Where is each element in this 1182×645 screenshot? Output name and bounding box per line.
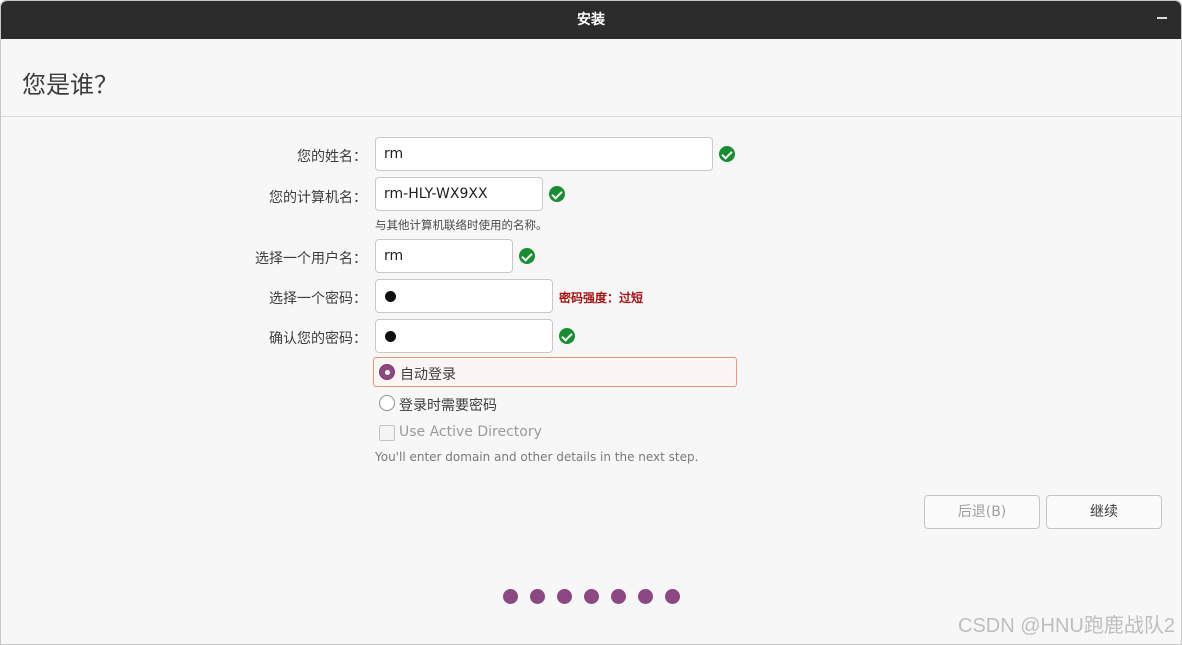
password-dot: [385, 291, 396, 302]
active-directory-hint: You'll enter domain and other details in…: [375, 450, 699, 464]
window-title: 安装: [577, 12, 605, 28]
progress-dot: [557, 589, 572, 604]
confirm-password-input[interactable]: [375, 319, 553, 353]
computer-name-valid-check-icon: [549, 186, 565, 202]
confirm-password-valid-check-icon: [559, 328, 575, 344]
auto-login-radio[interactable]: [379, 364, 395, 380]
continue-button[interactable]: 继续: [1046, 495, 1162, 529]
auto-login-label: 自动登录: [400, 367, 456, 383]
progress-dot: [665, 589, 680, 604]
name-label: 您的姓名：: [297, 149, 367, 165]
progress-dot: [638, 589, 653, 604]
require-password-label[interactable]: 登录时需要密码: [399, 395, 497, 415]
confirm-password-label: 确认您的密码：: [269, 331, 367, 347]
password-input[interactable]: [375, 279, 553, 313]
active-directory-label: Use Active Directory: [399, 424, 542, 440]
password-dot: [385, 331, 396, 342]
name-input[interactable]: rm: [375, 137, 713, 171]
progress-dot: [530, 589, 545, 604]
password-strength: 密码强度：过短: [559, 291, 644, 305]
page-title: 您是谁？: [22, 71, 118, 99]
computer-name-label: 您的计算机名：: [269, 190, 367, 206]
title-bar: 安装: [1, 1, 1181, 39]
require-password-radio[interactable]: [379, 395, 395, 411]
page-header: 您是谁？: [1, 39, 1181, 117]
minimize-icon[interactable]: [1157, 17, 1167, 19]
watermark: CSDN @HNU跑鹿战队2: [958, 615, 1175, 637]
password-label: 选择一个密码：: [269, 291, 367, 307]
computer-name-hint: 与其他计算机联络时使用的名称。: [375, 218, 548, 232]
auto-login-option[interactable]: 自动登录: [373, 357, 737, 387]
name-valid-check-icon: [719, 146, 735, 162]
computer-name-input[interactable]: rm-HLY-WX9XX: [375, 177, 543, 211]
installer-window: 安装 您是谁？ 您的姓名： rm 您的计算机名： rm-HLY-WX9XX 与其…: [0, 0, 1182, 645]
progress-dot: [584, 589, 599, 604]
active-directory-checkbox[interactable]: [379, 425, 395, 441]
progress-dot: [611, 589, 626, 604]
username-valid-check-icon: [519, 248, 535, 264]
progress-dot: [503, 589, 518, 604]
username-input[interactable]: rm: [375, 239, 513, 273]
username-label: 选择一个用户名：: [255, 251, 367, 267]
back-button[interactable]: 后退(B): [924, 495, 1040, 529]
